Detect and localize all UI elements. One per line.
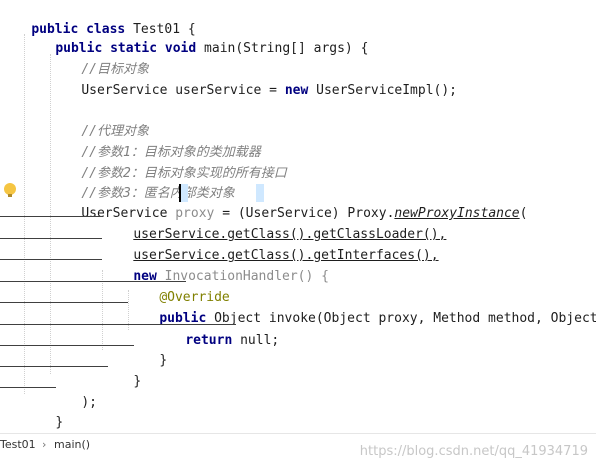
code-line-13: @Override [128, 268, 229, 305]
text-caret [179, 184, 181, 202]
strikethrough-mark [0, 387, 56, 388]
indent-guide [24, 34, 25, 394]
code-text: ( [519, 206, 528, 221]
strikethrough-mark [0, 259, 102, 260]
code-editor[interactable]: public class Test01 { public static void… [0, 0, 596, 432]
code-line-1: public class Test01 { [0, 0, 195, 37]
lightbulb-icon[interactable] [4, 183, 16, 197]
code-line-9: UserService proxy = (UserService) Proxy.… [50, 184, 527, 221]
code-text: UserService userService = [81, 83, 285, 98]
code-text: UserServiceImpl(); [308, 83, 458, 98]
strikethrough-mark [0, 302, 128, 303]
code-line-4: UserService userService = new UserServic… [50, 61, 457, 98]
code-line-15: return null; [154, 311, 279, 348]
code-line-10: userService.getClass().getClassLoader(), [102, 205, 446, 242]
code-line-19: } [24, 393, 63, 430]
chevron-right-icon: › [42, 438, 47, 451]
closing-paren: ); [81, 395, 97, 410]
strikethrough-mark [0, 281, 186, 282]
code-line-18: ); [50, 373, 97, 410]
breadcrumb-class[interactable]: Test01 [0, 434, 36, 456]
strikethrough-mark [0, 366, 108, 367]
code-line-16: } [128, 331, 167, 368]
keyword: new [284, 83, 309, 98]
keyword: return [185, 333, 233, 348]
strikethrough-mark [0, 324, 236, 325]
closing-brace: } [133, 374, 142, 389]
closing-brace: } [159, 353, 168, 368]
breadcrumb-method[interactable]: main() [54, 434, 90, 456]
code-line-20: } [0, 413, 39, 432]
code-line-7: //参数2：目标对象实现的所有接口 [50, 144, 286, 181]
code-line-5: //代理对象 [50, 102, 149, 139]
method-signature: main(String[] args) { [204, 41, 369, 56]
code-line-14: public Object invoke(Object proxy, Metho… [128, 289, 596, 326]
closing-brace: } [55, 415, 64, 430]
code-line-6: //参数1：目标对象的类加载器 [50, 123, 260, 160]
code-line-2: public static void main(String[] args) { [24, 19, 368, 56]
strikethrough-mark [0, 345, 134, 346]
keyword: void [164, 41, 197, 56]
code-line-17: } [102, 352, 141, 389]
watermark-text: https://blog.csdn.net/qq_41934719 [359, 444, 588, 459]
code-text: null; [232, 333, 280, 348]
code-line-12: new InvocationHandler() { [102, 247, 329, 284]
strikethrough-mark [0, 216, 102, 217]
code-line-3: //目标对象 [50, 40, 149, 77]
code-line-8: //参数3：匿名内部类对象 [50, 164, 234, 201]
code-line-11: userService.getClass().getInterfaces(), [102, 226, 438, 263]
strikethrough-mark [0, 238, 102, 239]
